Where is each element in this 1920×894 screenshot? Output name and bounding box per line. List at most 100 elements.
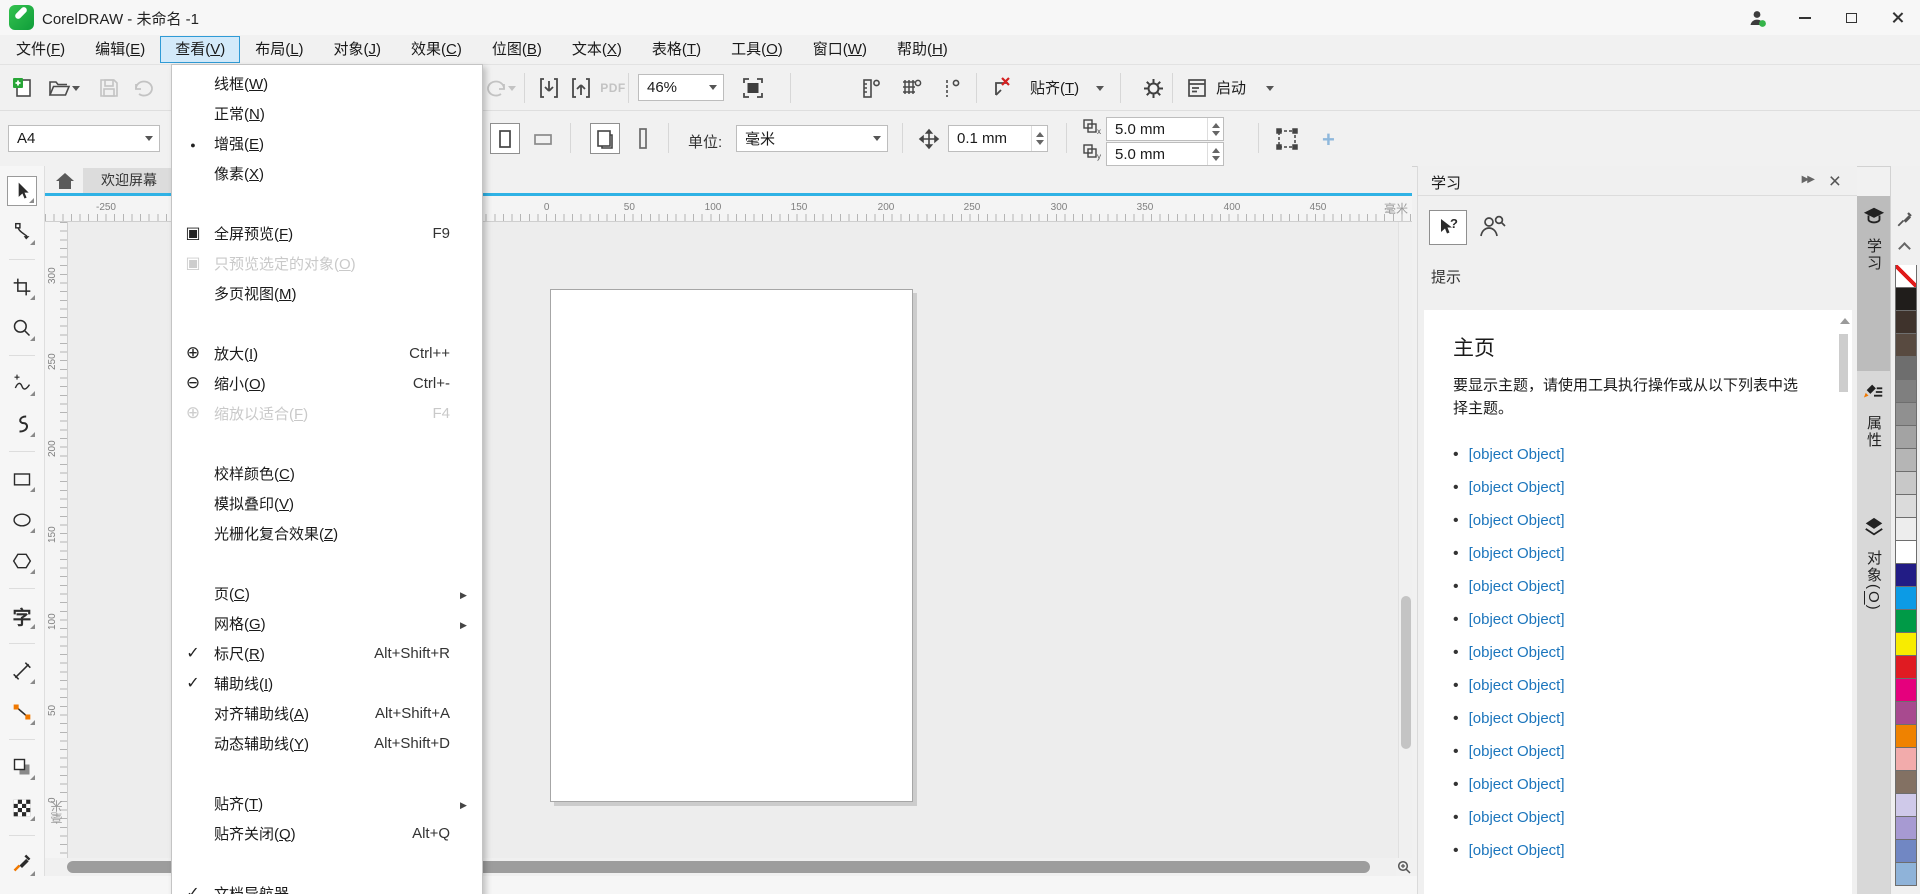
view-menu-item[interactable]: 正常(N) (172, 98, 482, 128)
collapse-panel-icon[interactable] (1802, 174, 1813, 185)
artistic-media-tool[interactable] (7, 409, 37, 439)
import-button[interactable] (534, 72, 564, 104)
menubar-item[interactable]: 表格(T) (637, 36, 716, 63)
view-menu-item[interactable]: 模拟叠印(V) (172, 488, 482, 518)
duplicate-x-input[interactable]: 5.0 mm (1106, 117, 1224, 141)
palette-swatch[interactable] (1895, 517, 1917, 541)
palette-swatch[interactable] (1895, 563, 1917, 587)
palette-swatch[interactable] (1895, 793, 1917, 817)
learn-topic-link[interactable]: [object Object] (1469, 644, 1565, 661)
learn-topic-link[interactable]: [object Object] (1469, 479, 1565, 496)
fullscreen-button[interactable] (738, 72, 768, 104)
view-menu-item[interactable]: 多页视图(M) (172, 278, 482, 308)
color-eyedropper-tool[interactable] (7, 848, 37, 878)
tab-welcome-screen[interactable]: 欢迎屏幕 (83, 168, 175, 193)
page-size-arrow[interactable] (139, 126, 159, 151)
shape-tool[interactable] (7, 217, 37, 247)
learn-topic-link[interactable]: [object Object] (1469, 512, 1565, 529)
view-menu-item[interactable]: 网格(G) (172, 608, 482, 638)
polygon-tool[interactable] (7, 546, 37, 576)
duplicate-x-spinner[interactable] (1207, 118, 1223, 140)
navigator-zoom-icon[interactable] (1396, 858, 1412, 876)
learn-topic-link[interactable]: [object Object] (1469, 677, 1565, 694)
scroll-up-icon[interactable] (1840, 318, 1850, 324)
palette-swatch[interactable] (1895, 540, 1917, 564)
connector-tool[interactable] (7, 697, 37, 727)
palette-swatch[interactable] (1895, 448, 1917, 472)
palette-swatch[interactable] (1895, 609, 1917, 633)
palette-swatch[interactable] (1895, 678, 1917, 702)
pick-tool[interactable] (7, 176, 37, 206)
palette-swatch[interactable] (1895, 402, 1917, 426)
customize-add-button[interactable]: + (1322, 127, 1335, 153)
learn-topic-link[interactable]: [object Object] (1469, 809, 1565, 826)
units-combo[interactable]: 毫米 (736, 125, 888, 152)
palette-swatch[interactable] (1895, 862, 1917, 886)
palette-swatch[interactable] (1895, 287, 1917, 311)
launch-label[interactable]: 启动 (1216, 77, 1246, 98)
palette-swatch[interactable] (1895, 770, 1917, 794)
palette-swatch[interactable] (1895, 356, 1917, 380)
palette-swatch[interactable] (1895, 586, 1917, 610)
minimize-button[interactable] (1782, 0, 1828, 35)
nudge-spinner[interactable] (1031, 126, 1047, 151)
menubar-item[interactable]: 对象(J) (319, 36, 397, 63)
page-size-all-button[interactable] (628, 123, 658, 154)
vertical-scrollbar-thumb[interactable] (1401, 596, 1411, 749)
crop-tool[interactable] (7, 272, 37, 302)
view-menu-item[interactable]: 动态辅助线(Y) Alt+Shift+D (172, 728, 482, 758)
home-icon[interactable] (55, 172, 75, 190)
new-document-button[interactable] (8, 72, 38, 104)
view-menu-item[interactable] (172, 428, 482, 458)
treat-as-filled-button[interactable] (1272, 123, 1302, 155)
dimension-tool[interactable] (7, 656, 37, 686)
zoom-combo-arrow[interactable] (703, 75, 723, 100)
units-arrow[interactable] (867, 126, 887, 151)
learn-topic-link[interactable]: [object Object] (1469, 611, 1565, 628)
drop-shadow-tool[interactable] (7, 752, 37, 782)
docker-tab-learn[interactable]: 学习 (1857, 196, 1890, 371)
show-rulers-toggle[interactable] (856, 72, 886, 104)
docker-tab-properties[interactable]: 属性 (1857, 371, 1890, 506)
nudge-distance-input[interactable]: 0.1 mm (948, 125, 1048, 152)
zoom-level-combo[interactable]: 46% (638, 74, 724, 101)
rectangle-tool[interactable] (7, 464, 37, 494)
duplicate-y-input[interactable]: 5.0 mm (1106, 142, 1224, 166)
view-menu-item[interactable]: 页(C) (172, 578, 482, 608)
menubar-item[interactable]: 文本(X) (557, 36, 637, 63)
menubar-item[interactable]: 效果(C) (396, 36, 477, 63)
transparency-tool[interactable] (7, 793, 37, 823)
view-menu-item[interactable]: 缩放以适合(F) F4 (172, 398, 482, 428)
maximize-button[interactable] (1828, 0, 1874, 35)
view-menu-item[interactable]: 对齐辅助线(A) Alt+Shift+A (172, 698, 482, 728)
hint-pointer-button[interactable]: ? (1429, 210, 1467, 245)
undo-button[interactable] (128, 72, 158, 104)
page-size-current-button[interactable] (590, 123, 620, 154)
view-menu-item[interactable] (172, 848, 482, 878)
palette-swatch[interactable] (1895, 724, 1917, 748)
close-panel-icon[interactable] (1829, 170, 1841, 194)
palette-swatch[interactable] (1895, 471, 1917, 495)
landscape-button[interactable] (528, 123, 558, 154)
save-button[interactable] (94, 72, 124, 104)
duplicate-y-spinner[interactable] (1207, 143, 1223, 165)
export-button[interactable] (566, 72, 596, 104)
palette-swatch[interactable] (1895, 333, 1917, 357)
launch-dropdown-button[interactable] (1262, 72, 1278, 104)
vertical-scrollbar[interactable] (1398, 222, 1412, 858)
palette-swatch[interactable] (1895, 379, 1917, 403)
publish-pdf-button[interactable]: PDF (598, 72, 628, 104)
options-gear-button[interactable] (1138, 72, 1168, 104)
redo-dropdown-button[interactable] (504, 72, 520, 104)
palette-swatch[interactable] (1895, 494, 1917, 518)
docker-tab-objects[interactable]: 对象(O) (1857, 506, 1890, 676)
menubar-item[interactable]: 位图(B) (477, 36, 557, 63)
show-grid-toggle[interactable] (896, 72, 926, 104)
learn-topic-link[interactable]: [object Object] (1469, 743, 1565, 760)
view-menu-item[interactable] (172, 308, 482, 338)
menubar-item[interactable]: 工具(O) (716, 36, 798, 63)
snap-to-label[interactable]: 贴齐(T) (1030, 77, 1079, 98)
view-menu-item[interactable]: 增强(E) (172, 128, 482, 158)
explore-person-icon[interactable] (1478, 214, 1506, 240)
close-button[interactable] (1874, 0, 1920, 35)
